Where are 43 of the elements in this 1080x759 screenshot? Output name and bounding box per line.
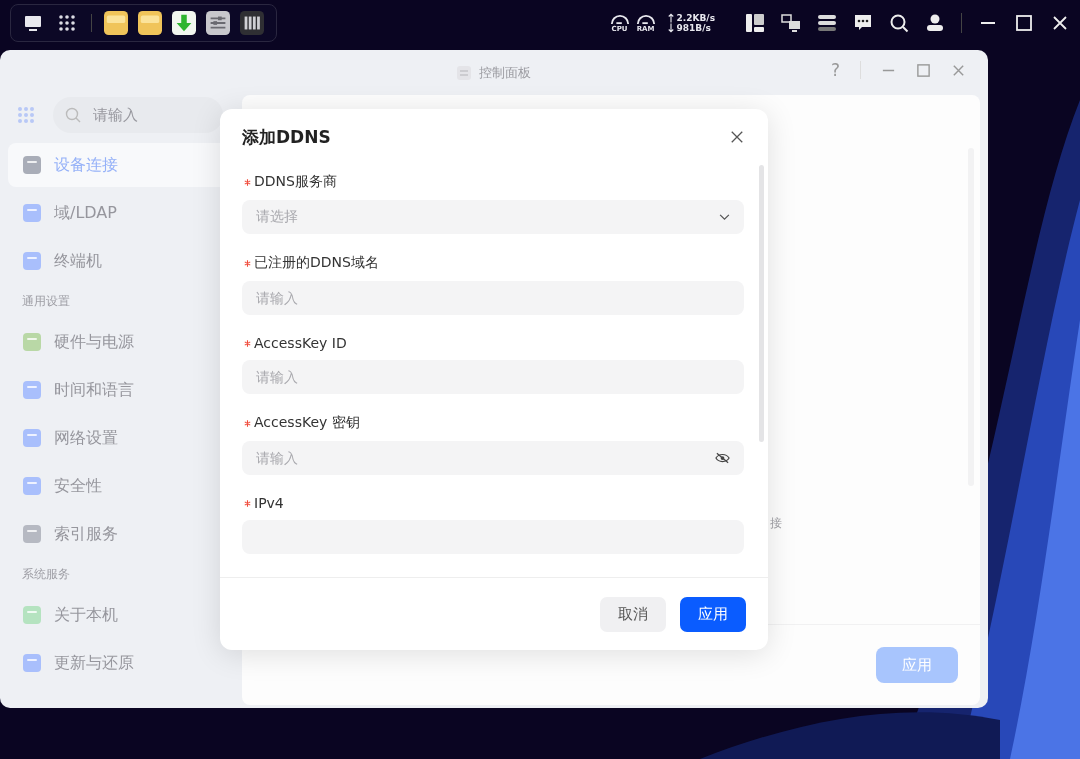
toggles-icon[interactable] <box>817 13 837 33</box>
section-heading: 系统服务 <box>21 566 71 583</box>
field-label: DDNS服务商 <box>254 173 337 191</box>
chevron-down-icon <box>719 213 730 221</box>
apply-button[interactable]: 应用 <box>680 596 746 632</box>
gauge-icon <box>609 13 630 25</box>
sidebar-item[interactable]: 更新与还原 <box>8 641 234 685</box>
download-icon[interactable] <box>172 11 196 35</box>
desktop-icon[interactable] <box>23 13 43 33</box>
upload-speed: 2.2KB/s <box>676 13 715 23</box>
folder-icon[interactable] <box>104 11 128 35</box>
layout-icon[interactable] <box>745 13 765 33</box>
upload-arrow-icon <box>667 13 674 23</box>
storage-icon[interactable] <box>240 11 264 35</box>
folder-icon[interactable] <box>138 11 162 35</box>
dialog-title: 添加DDNS <box>242 125 331 149</box>
maximize-icon[interactable] <box>1014 13 1034 33</box>
eye-off-icon[interactable] <box>715 452 730 464</box>
section-heading: 通用设置 <box>21 293 71 310</box>
field-label: AccessKey 密钥 <box>254 414 360 432</box>
search-icon <box>65 107 81 123</box>
password-field[interactable]: 请输入 <box>242 441 744 475</box>
monitors-icon[interactable] <box>781 13 801 33</box>
field-label: IPv4 <box>254 495 284 511</box>
help-button[interactable]: ? <box>830 60 840 80</box>
app-grid-icon[interactable] <box>57 13 77 33</box>
field-label: 已注册的DDNS域名 <box>254 254 379 272</box>
description-text: 接 <box>770 515 782 532</box>
input-field[interactable]: 请输入 <box>242 281 744 315</box>
window-title: 控制面板 <box>479 63 531 82</box>
close-icon[interactable] <box>730 130 744 144</box>
chat-icon[interactable] <box>853 13 873 33</box>
gauge-icon <box>635 13 656 25</box>
input-field[interactable]: 请输入 <box>242 360 744 394</box>
apply-button[interactable]: 应用 <box>876 647 958 683</box>
user-icon[interactable] <box>925 13 945 33</box>
download-arrow-icon <box>667 23 674 33</box>
select-field[interactable]: 请选择 <box>242 200 744 234</box>
cancel-button[interactable]: 取消 <box>600 596 666 632</box>
search-icon[interactable] <box>889 13 909 33</box>
download-speed: 981B/s <box>676 23 711 33</box>
field-label: AccessKey ID <box>254 335 347 351</box>
search-field[interactable]: 请输入 <box>53 97 223 133</box>
